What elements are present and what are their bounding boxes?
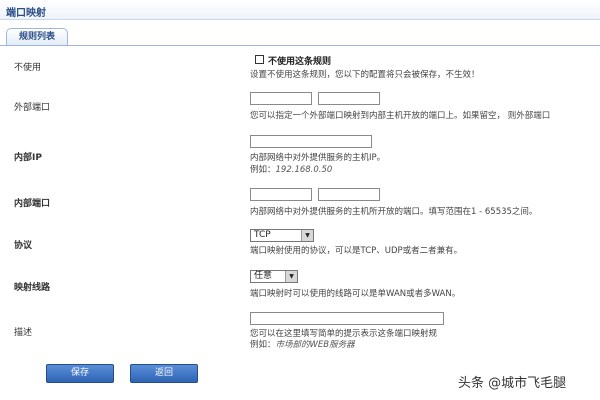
internal-port-label: 内部端口 xyxy=(14,199,51,209)
title-bar: 端口映射 xyxy=(0,0,600,20)
internal-ip-example: 例如：192.168.0.50 xyxy=(250,163,332,175)
disable-rule-checkbox[interactable] xyxy=(255,55,264,64)
description-example: 例如：市场部的WEB服务器 xyxy=(250,338,355,350)
description-label: 描述 xyxy=(14,328,33,338)
example-prefix: 例如： xyxy=(250,165,276,175)
disable-rule-checkbox-label: 不使用这条规则 xyxy=(268,57,332,67)
example-value: 192.168.0.50 xyxy=(275,165,333,175)
disable-help: 设置不使用这条规则，您以下的配置将只会被保存，不生效！ xyxy=(250,70,480,80)
protocol-label: 协议 xyxy=(14,241,33,251)
back-button[interactable]: 返回 xyxy=(130,364,198,383)
internal-port-help: 内部网络中对外提供服务的主机所开放的端口。填写范围在1 - 65535之间。 xyxy=(250,207,538,217)
description-input[interactable] xyxy=(250,312,444,325)
example-prefix: 例如： xyxy=(250,340,276,350)
chevron-down-icon[interactable]: ▼ xyxy=(285,271,297,282)
internal-port-from-input[interactable] xyxy=(250,188,312,201)
tab-rule-list[interactable]: 规则列表 xyxy=(6,28,68,45)
protocol-help: 端口映射使用的协议，可以是TCP、UDP或者二者兼有。 xyxy=(250,246,463,256)
protocol-selected: TCP xyxy=(254,230,271,240)
disable-label: 不使用 xyxy=(14,63,42,73)
external-port-label: 外部端口 xyxy=(14,103,51,113)
page-title: 端口映射 xyxy=(6,8,46,19)
tab-strip: 规则列表 xyxy=(0,28,600,46)
line-label: 映射线路 xyxy=(14,283,51,293)
external-port-from-input[interactable] xyxy=(250,92,312,105)
watermark: 头条 @城市飞毛腿 xyxy=(458,376,567,391)
internal-ip-help: 内部网络中对外提供服务的主机IP。 xyxy=(250,153,386,163)
internal-ip-input[interactable] xyxy=(250,135,372,148)
chevron-down-icon[interactable]: ▼ xyxy=(301,230,313,241)
protocol-select[interactable]: TCP ▼ xyxy=(250,229,314,242)
line-help: 端口映射时可以使用的线路可以是单WAN或者多WAN。 xyxy=(250,289,461,299)
internal-ip-label: 内部IP xyxy=(14,153,42,163)
line-select[interactable]: 任意 ▼ xyxy=(250,270,298,283)
external-port-to-input[interactable] xyxy=(318,92,380,105)
line-selected: 任意 xyxy=(254,271,273,281)
example-value: 市场部的WEB服务器 xyxy=(275,340,355,350)
save-button[interactable]: 保存 xyxy=(46,364,114,383)
internal-port-to-input[interactable] xyxy=(318,188,380,201)
external-port-help: 您可以指定一个外部端口映射到内部主机开放的端口上。如果留空， 则外部端口 xyxy=(250,111,551,121)
